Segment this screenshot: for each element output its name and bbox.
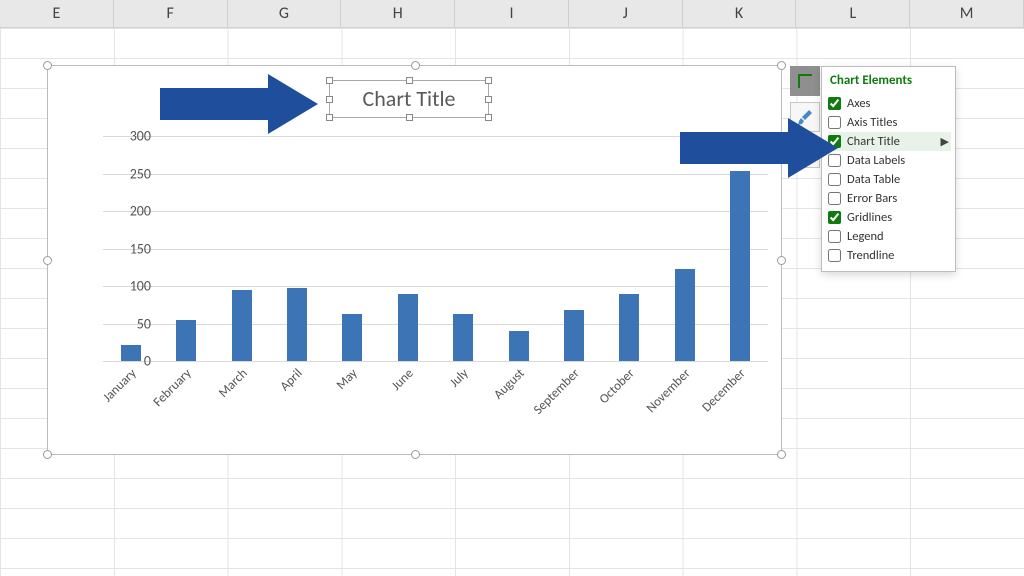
x-axis-label: September (531, 366, 583, 418)
y-axis-tick: 100 (103, 278, 151, 295)
x-axis-label: January (100, 366, 139, 405)
column-headers: EFGHIJKLM (0, 0, 1024, 28)
resize-handle[interactable] (43, 450, 52, 459)
column-header-J[interactable]: J (569, 0, 683, 27)
gridline (103, 249, 768, 250)
bar[interactable] (176, 320, 196, 361)
bar[interactable] (730, 171, 750, 361)
title-handle[interactable] (326, 114, 333, 121)
bar[interactable] (398, 294, 418, 362)
x-axis-label: December (700, 366, 749, 415)
column-header-H[interactable]: H (341, 0, 455, 27)
bar[interactable] (121, 345, 141, 362)
chart-elements-item-label: Axis Titles (847, 115, 897, 130)
title-handle[interactable] (485, 114, 492, 121)
column-header-L[interactable]: L (796, 0, 910, 27)
x-axis-label: April (277, 366, 305, 394)
gridline (103, 361, 768, 362)
chart-elements-item-legend[interactable]: Legend (828, 227, 951, 246)
checkbox[interactable] (828, 97, 841, 110)
plot-area[interactable]: 050100150200250300JanuaryFebruaryMarchAp… (103, 136, 768, 361)
x-axis-label: November (644, 366, 694, 416)
column-header-K[interactable]: K (683, 0, 797, 27)
bar[interactable] (564, 310, 584, 361)
chart-elements-item-data-table[interactable]: Data Table (828, 170, 951, 189)
chart-elements-item-trendline[interactable]: Trendline (828, 246, 951, 265)
plus-icon (798, 74, 812, 88)
checkbox[interactable] (828, 230, 841, 243)
x-axis-label: June (389, 366, 417, 394)
column-header-F[interactable]: F (114, 0, 228, 27)
checkbox[interactable] (828, 192, 841, 205)
checkbox[interactable] (828, 211, 841, 224)
bar[interactable] (509, 331, 529, 361)
resize-handle[interactable] (411, 450, 420, 459)
chart-title-text: Chart Title (363, 85, 456, 112)
chart-elements-item-gridlines[interactable]: Gridlines (828, 208, 951, 227)
x-axis-label: February (151, 366, 195, 410)
column-header-G[interactable]: G (228, 0, 342, 27)
column-header-I[interactable]: I (455, 0, 569, 27)
title-handle[interactable] (406, 114, 413, 121)
column-header-E[interactable]: E (0, 0, 114, 27)
resize-handle[interactable] (777, 256, 786, 265)
title-handle[interactable] (326, 96, 333, 103)
gridline (103, 211, 768, 212)
gridline (103, 324, 768, 325)
chart-elements-button[interactable] (790, 66, 820, 96)
resize-handle[interactable] (777, 450, 786, 459)
annotation-arrow (680, 118, 845, 178)
bar[interactable] (287, 288, 307, 362)
title-handle[interactable] (485, 96, 492, 103)
title-handle[interactable] (326, 77, 333, 84)
resize-handle[interactable] (43, 61, 52, 70)
bar[interactable] (232, 290, 252, 361)
resize-handle[interactable] (777, 61, 786, 70)
chart-elements-item-label: Data Table (847, 172, 900, 187)
chart-elements-item-label: Axes (847, 96, 870, 111)
chart-title[interactable]: Chart Title (329, 80, 489, 118)
bar[interactable] (619, 294, 639, 362)
chart-elements-heading: Chart Elements (830, 73, 951, 88)
title-handle[interactable] (406, 77, 413, 84)
chart-elements-item-axis-titles[interactable]: Axis Titles (828, 113, 951, 132)
chart-elements-item-chart-title[interactable]: Chart Title ▶ (828, 132, 951, 151)
title-handle[interactable] (485, 77, 492, 84)
bar[interactable] (675, 269, 695, 361)
y-axis-tick: 50 (103, 315, 151, 332)
checkbox[interactable] (828, 249, 841, 262)
chart-elements-item-error-bars[interactable]: Error Bars (828, 189, 951, 208)
annotation-arrow (160, 74, 325, 134)
gridline (103, 136, 768, 137)
chart-elements-item-data-labels[interactable]: Data Labels (828, 151, 951, 170)
chart-elements-item-label: Trendline (847, 248, 894, 263)
chart-object[interactable]: Chart Title 050100150200250300JanuaryFeb… (47, 65, 782, 455)
column-header-M[interactable]: M (910, 0, 1024, 27)
resize-handle[interactable] (411, 61, 420, 70)
x-axis-label: March (215, 366, 250, 401)
chart-elements-item-label: Data Labels (847, 153, 905, 168)
x-axis-label: August (491, 366, 527, 402)
chart-elements-item-label: Gridlines (847, 210, 892, 225)
chevron-right-icon[interactable]: ▶ (941, 135, 949, 148)
y-axis-tick: 300 (103, 128, 151, 145)
chart-elements-list: Axes Axis Titles Chart Title ▶ Data Labels Da… (828, 94, 951, 265)
gridline (103, 286, 768, 287)
y-axis-tick: 200 (103, 203, 151, 220)
chart-elements-item-label: Legend (847, 229, 884, 244)
y-axis-tick: 250 (103, 165, 151, 182)
x-axis-label: May (334, 366, 361, 393)
gridline (103, 174, 768, 175)
chart-elements-item-label: Chart Title (847, 134, 900, 149)
chart-elements-item-label: Error Bars (847, 191, 897, 206)
resize-handle[interactable] (43, 256, 52, 265)
bar[interactable] (453, 314, 473, 361)
bar[interactable] (342, 314, 362, 361)
chart-elements-item-axes[interactable]: Axes (828, 94, 951, 113)
x-axis-label: July (447, 366, 472, 391)
x-axis-label: October (597, 366, 638, 407)
y-axis-tick: 150 (103, 240, 151, 257)
